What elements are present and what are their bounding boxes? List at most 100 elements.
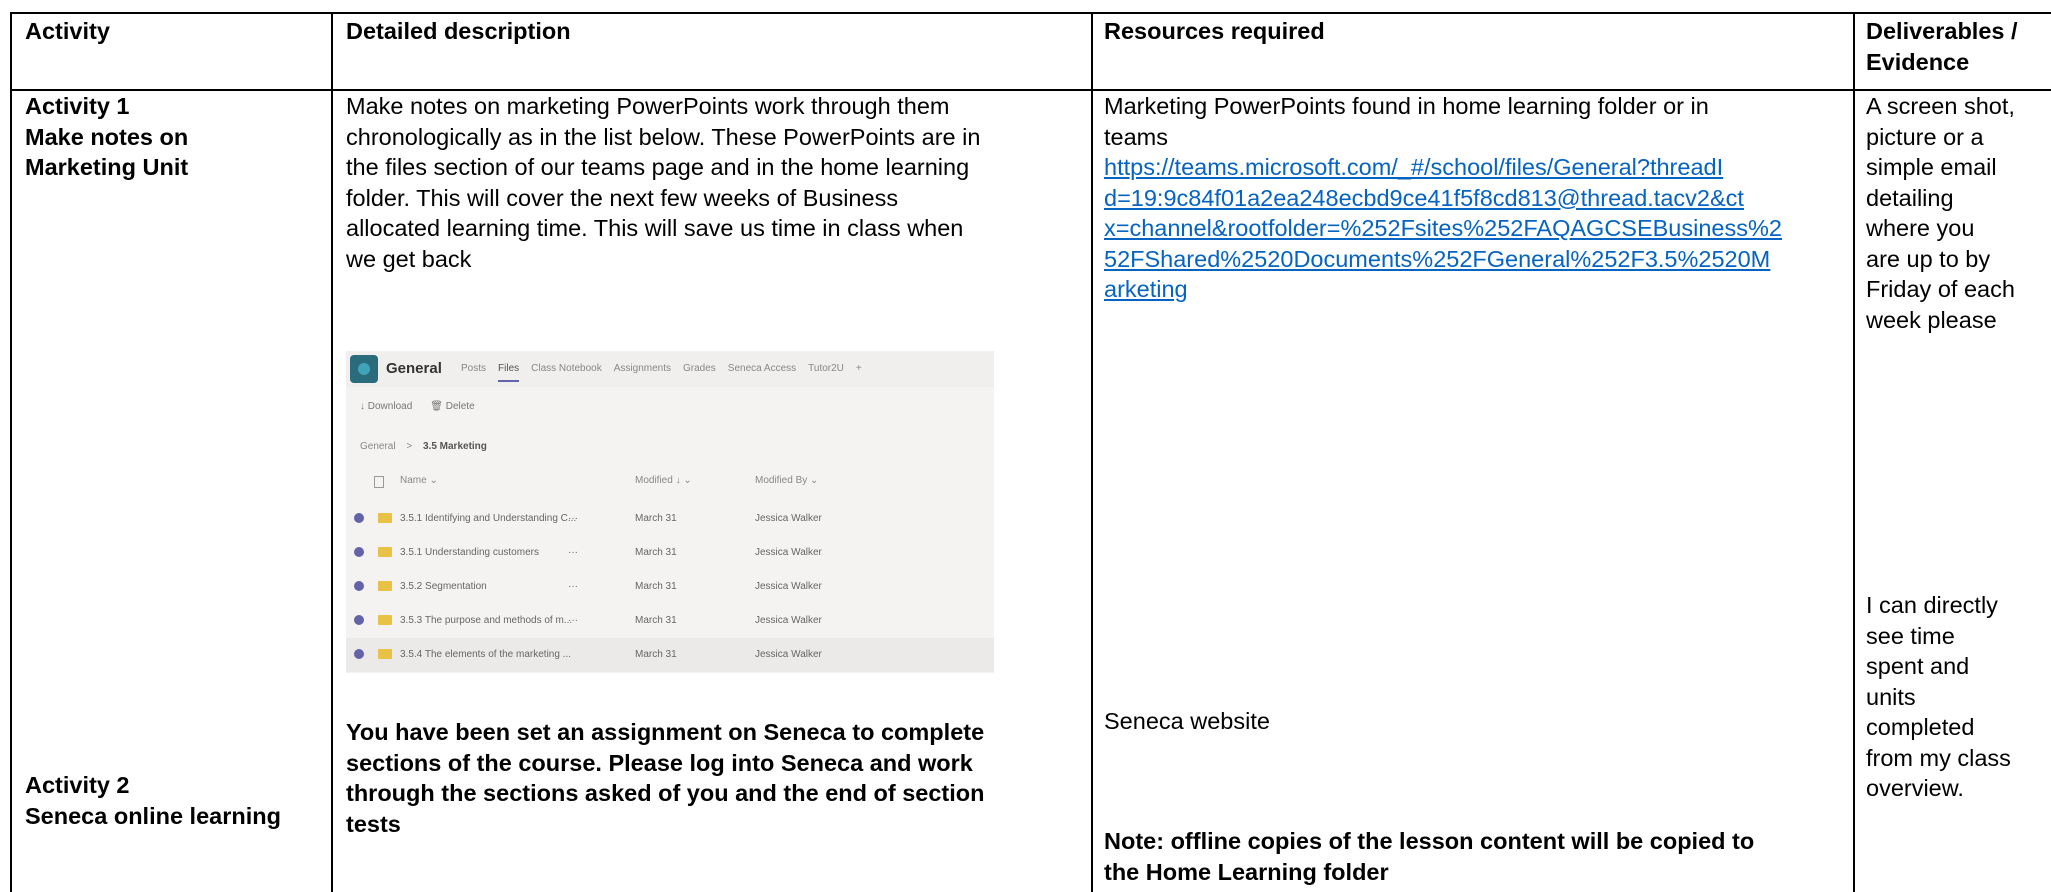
file-modified: March 31 — [635, 513, 677, 524]
activity2-deliverables: I can directly see time spent and units … — [1866, 590, 2046, 804]
activity1-label: Activity 1 Make notes on Marketing Unit — [25, 91, 188, 183]
breadcrumb: General > 3.5 Marketing — [360, 441, 487, 452]
deliverable-line: A screen shot, — [1866, 93, 2015, 119]
file-status-icon — [354, 649, 364, 659]
activity1-description: Make notes on marketing PowerPoints work… — [346, 91, 980, 274]
table-top-border — [10, 12, 2051, 14]
file-name: 3.5.3 The purpose and methods of m... — [400, 615, 573, 626]
deliverable-line: completed — [1866, 714, 1975, 740]
team-logo-icon — [350, 355, 378, 383]
tab-files: Files — [498, 363, 520, 382]
file-name: 3.5.1 Identifying and Understanding C... — [400, 513, 577, 524]
file-status-icon — [354, 581, 364, 591]
description-line: the files section of our teams page and … — [346, 154, 970, 180]
activity1-resources: Marketing PowerPoints found in home lear… — [1104, 91, 1844, 305]
tab-seneca-access: Seneca Access — [727, 363, 797, 374]
teams-files-screenshot: General Posts Files Class Notebook Assig… — [346, 351, 994, 673]
deliverable-line: I can directly — [1866, 592, 1998, 618]
file-modified: March 31 — [635, 649, 677, 660]
teams-commands: ↓ Download 🗑 Delete — [360, 401, 475, 412]
link-line[interactable]: x=channel&rootfolder=%252Fsites%252FAQAG… — [1104, 213, 1844, 244]
column-divider-3 — [1853, 12, 1855, 892]
team-name: General — [386, 360, 442, 377]
activity1-deliverables: A screen shot, picture or a simple email… — [1866, 91, 2046, 335]
note-line: the Home Learning folder — [1104, 858, 1389, 885]
breadcrumb-separator: > — [406, 441, 413, 452]
files-header: Name ⌄ Modified ↓ ⌄ Modified By ⌄ — [360, 475, 980, 493]
description-line: chronologically as in the list below. Th… — [346, 123, 981, 150]
breadcrumb-root: General — [360, 441, 396, 452]
tab-class-notebook: Class Notebook — [531, 363, 602, 374]
delete-command: 🗑 Delete — [430, 401, 475, 412]
column-name: Name ⌄ — [400, 475, 438, 486]
deliverable-line: units — [1866, 683, 1916, 710]
breadcrumb-current: 3.5 Marketing — [422, 441, 487, 452]
file-more: ··· — [568, 615, 578, 626]
header-resources: Resources required — [1104, 18, 1325, 44]
file-row: 3.5.4 The elements of the marketing ... … — [346, 638, 994, 672]
description-line: You have been set an assignment on Senec… — [346, 719, 985, 745]
resources-line: teams — [1104, 123, 1168, 150]
download-command: ↓ Download — [360, 401, 413, 412]
activity2-line2: Seneca online learning — [25, 802, 281, 829]
deliverable-line: detailing — [1866, 184, 1954, 211]
file-row: 3.5.1 Identifying and Understanding C...… — [346, 502, 994, 536]
file-status-icon — [354, 547, 364, 557]
deliverable-line: from my class — [1866, 744, 2011, 771]
file-more: ··· — [568, 513, 578, 524]
file-name: 3.5.2 Segmentation — [400, 581, 487, 592]
tab-assignments: Assignments — [613, 363, 671, 374]
column-divider-2 — [1091, 12, 1093, 892]
description-line: sections of the course. Please log into … — [346, 749, 973, 776]
deliverable-line: simple email — [1866, 154, 1997, 180]
seneca-website: Seneca website — [1104, 708, 1270, 734]
description-line: tests — [346, 810, 401, 837]
deliverable-line: are up to by — [1866, 245, 1991, 272]
file-status-icon — [354, 615, 364, 625]
deliverable-line: week please — [1866, 306, 1997, 333]
resources-line: Marketing PowerPoints found in home lear… — [1104, 93, 1709, 119]
link-line[interactable]: 52FShared%2520Documents%252FGeneral%252F… — [1104, 244, 1844, 275]
link-line[interactable]: https://teams.microsoft.com/_#/school/fi… — [1104, 152, 1844, 183]
link-line[interactable]: d=19:9c84f01a2ea248ecbd9ce41f5f8cd813@th… — [1104, 183, 1844, 214]
deliverable-line: where you — [1866, 215, 1975, 241]
tab-grades: Grades — [682, 363, 716, 374]
tab-tutor2u: Tutor2U — [808, 363, 844, 374]
folder-icon — [378, 581, 392, 591]
file-modified-by: Jessica Walker — [755, 581, 822, 592]
description-line: allocated learning time. This will save … — [346, 215, 964, 241]
description-line: Make notes on marketing PowerPoints work… — [346, 93, 950, 119]
file-icon — [374, 476, 384, 488]
description-line: folder. This will cover the next few wee… — [346, 184, 899, 211]
file-name: 3.5.4 The elements of the marketing ... — [400, 649, 572, 660]
deliverable-line: Friday of each — [1866, 276, 2015, 302]
file-row: 3.5.3 The purpose and methods of m... ··… — [346, 604, 994, 638]
teams-tabs: Posts Files Class Notebook Assignments G… — [461, 363, 862, 382]
file-modified: March 31 — [635, 581, 677, 592]
deliverable-line: overview. — [1866, 775, 1964, 801]
header-deliverables-line2: Evidence — [1866, 48, 1970, 75]
column-modified: Modified ↓ ⌄ — [635, 475, 692, 486]
teams-topbar: General Posts Files Class Notebook Assig… — [346, 351, 994, 387]
file-more: ··· — [568, 547, 578, 558]
file-name: 3.5.1 Understanding customers — [400, 547, 539, 558]
file-status-icon — [354, 513, 364, 523]
file-modified-by: Jessica Walker — [755, 547, 822, 558]
table-left-border — [10, 12, 12, 892]
column-divider-1 — [331, 12, 333, 892]
link-line[interactable]: arketing — [1104, 274, 1844, 305]
teams-files-link[interactable]: https://teams.microsoft.com/_#/school/fi… — [1104, 152, 1844, 305]
header-deliverables: Deliverables / Evidence — [1866, 16, 2046, 77]
activity2-description: You have been set an assignment on Senec… — [346, 717, 984, 839]
add-tab-icon: + — [855, 363, 862, 374]
description-line: through the sections asked of you and th… — [346, 780, 985, 806]
description-line: we get back — [346, 245, 472, 272]
deliverable-line: picture or a — [1866, 123, 1984, 150]
column-modified-by: Modified By ⌄ — [755, 475, 819, 486]
deliverable-line: see time — [1866, 622, 1955, 649]
file-modified-by: Jessica Walker — [755, 649, 822, 660]
folder-icon — [378, 547, 392, 557]
activity1-line1: Activity 1 — [25, 93, 130, 119]
activity2-line1: Activity 2 — [25, 772, 130, 798]
note-line: Note: offline copies of the lesson conte… — [1104, 828, 1755, 854]
